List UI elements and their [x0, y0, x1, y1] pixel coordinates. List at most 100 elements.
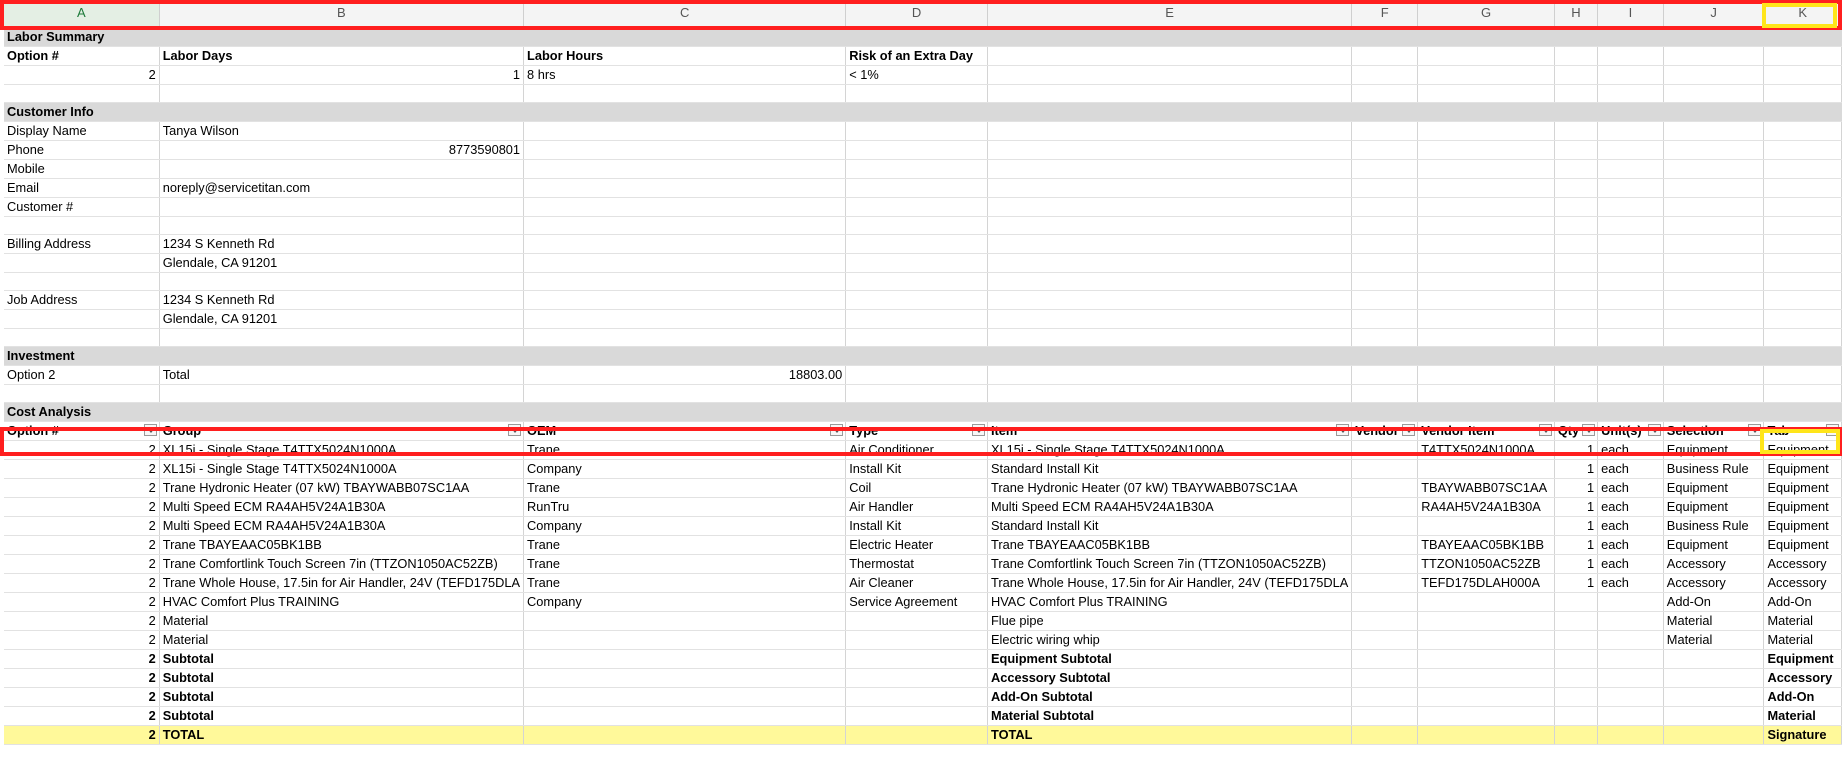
cell-c[interactable]: Trane	[523, 440, 847, 460]
empty-cell[interactable]	[1417, 65, 1555, 85]
cell-a[interactable]: 2	[4, 497, 160, 517]
cell-g[interactable]: RA4AH5V24A1B30A	[1417, 497, 1555, 517]
cell-i[interactable]: each	[1597, 516, 1664, 536]
empty-cell[interactable]	[1554, 159, 1599, 179]
empty-cell[interactable]	[1763, 65, 1842, 85]
cell-h[interactable]	[1554, 611, 1599, 631]
empty-cell[interactable]	[1417, 27, 1555, 47]
cell-c[interactable]	[523, 687, 847, 707]
cell-e[interactable]: XL15i - Single Stage T4TTX5024N1000A	[987, 440, 1353, 460]
empty-cell[interactable]	[1417, 46, 1555, 66]
cell-d[interactable]	[845, 725, 988, 745]
cell-j[interactable]	[1663, 687, 1765, 707]
empty-cell[interactable]	[1763, 290, 1842, 310]
cell-a[interactable]: 2	[4, 592, 160, 612]
empty-cell[interactable]	[1351, 216, 1419, 235]
empty-cell[interactable]	[4, 272, 160, 291]
cell-a[interactable]: 2	[4, 478, 160, 498]
empty-cell[interactable]	[1663, 65, 1765, 85]
labor-header[interactable]: Labor Hours	[523, 46, 847, 66]
empty-cell[interactable]	[523, 253, 847, 273]
email-value[interactable]: noreply@servicetitan.com	[159, 178, 525, 198]
empty-cell[interactable]	[523, 159, 847, 179]
empty-cell[interactable]	[159, 216, 525, 235]
cell-i[interactable]	[1597, 592, 1664, 612]
empty-cell[interactable]	[1663, 365, 1765, 385]
empty-cell[interactable]	[1663, 27, 1765, 47]
cell-h[interactable]: 1	[1554, 535, 1599, 555]
empty-cell[interactable]	[1597, 234, 1664, 254]
empty-cell[interactable]	[1554, 328, 1599, 347]
cell-k[interactable]: Equipment	[1763, 535, 1842, 555]
cell-d[interactable]	[845, 611, 988, 631]
empty-cell[interactable]	[1663, 346, 1765, 366]
empty-cell[interactable]	[1351, 234, 1419, 254]
job-address-value[interactable]: 1234 S Kenneth Rd	[159, 290, 525, 310]
cell-h[interactable]: 1	[1554, 554, 1599, 574]
empty-cell[interactable]	[1554, 402, 1599, 422]
empty-cell[interactable]	[1663, 197, 1765, 217]
empty-cell[interactable]	[1417, 84, 1555, 103]
empty-cell[interactable]	[987, 140, 1353, 160]
cell-d[interactable]	[845, 649, 988, 669]
cell-f[interactable]	[1351, 611, 1419, 631]
empty-cell[interactable]	[845, 290, 988, 310]
empty-cell[interactable]	[523, 328, 847, 347]
cell-i[interactable]: each	[1597, 554, 1664, 574]
empty-cell[interactable]	[1417, 178, 1555, 198]
filter-dropdown-icon[interactable]	[830, 424, 844, 436]
empty-cell[interactable]	[1351, 27, 1419, 47]
job-address-line2-value[interactable]: Glendale, CA 91201	[159, 309, 525, 329]
email-label[interactable]: Email	[4, 178, 160, 198]
section-title[interactable]: Labor Summary	[4, 27, 160, 47]
labor-option[interactable]: 2	[4, 65, 160, 85]
empty-cell[interactable]	[1554, 84, 1599, 103]
billing-address-line2-label[interactable]	[4, 253, 160, 273]
filter-dropdown-icon[interactable]	[1402, 424, 1416, 436]
cell-c[interactable]	[523, 706, 847, 726]
empty-cell[interactable]	[1663, 159, 1765, 179]
cell-c[interactable]: Company	[523, 459, 847, 479]
column-header-c[interactable]: C	[523, 0, 847, 28]
empty-cell[interactable]	[1417, 384, 1555, 403]
cell-b[interactable]: Material	[159, 630, 525, 650]
empty-cell[interactable]	[523, 290, 847, 310]
empty-cell[interactable]	[159, 84, 525, 103]
cell-b[interactable]: Subtotal	[159, 668, 525, 688]
customer-number-label[interactable]: Customer #	[4, 197, 160, 217]
column-header-e[interactable]: E	[987, 0, 1353, 28]
cell-j[interactable]	[1663, 668, 1765, 688]
cell-i[interactable]: each	[1597, 573, 1664, 593]
empty-cell[interactable]	[1763, 178, 1842, 198]
cell-d[interactable]	[845, 687, 988, 707]
empty-cell[interactable]	[1554, 253, 1599, 273]
cell-f[interactable]	[1351, 535, 1419, 555]
empty-cell[interactable]	[987, 272, 1353, 291]
cell-e[interactable]: Standard Install Kit	[987, 516, 1353, 536]
cell-j[interactable]: Accessory	[1663, 554, 1765, 574]
cell-a[interactable]: 2	[4, 687, 160, 707]
cell-e[interactable]: Flue pipe	[987, 611, 1353, 631]
cell-g[interactable]	[1417, 668, 1555, 688]
empty-cell[interactable]	[1663, 102, 1765, 122]
cell-h[interactable]: 1	[1554, 440, 1599, 460]
empty-cell[interactable]	[845, 197, 988, 217]
empty-cell[interactable]	[1417, 309, 1555, 329]
empty-cell[interactable]	[1554, 216, 1599, 235]
empty-cell[interactable]	[523, 272, 847, 291]
cell-b[interactable]: TOTAL	[159, 725, 525, 745]
display-name-label[interactable]: Display Name	[4, 121, 160, 141]
empty-cell[interactable]	[987, 197, 1353, 217]
cell-h[interactable]	[1554, 668, 1599, 688]
empty-cell[interactable]	[1663, 253, 1765, 273]
empty-cell[interactable]	[1663, 140, 1765, 160]
empty-cell[interactable]	[1351, 253, 1419, 273]
cell-g[interactable]	[1417, 725, 1555, 745]
empty-cell[interactable]	[1417, 197, 1555, 217]
empty-cell[interactable]	[523, 234, 847, 254]
empty-cell[interactable]	[1763, 140, 1842, 160]
empty-cell[interactable]	[845, 178, 988, 198]
empty-cell[interactable]	[1417, 402, 1555, 422]
cell-f[interactable]	[1351, 706, 1419, 726]
empty-cell[interactable]	[987, 84, 1353, 103]
